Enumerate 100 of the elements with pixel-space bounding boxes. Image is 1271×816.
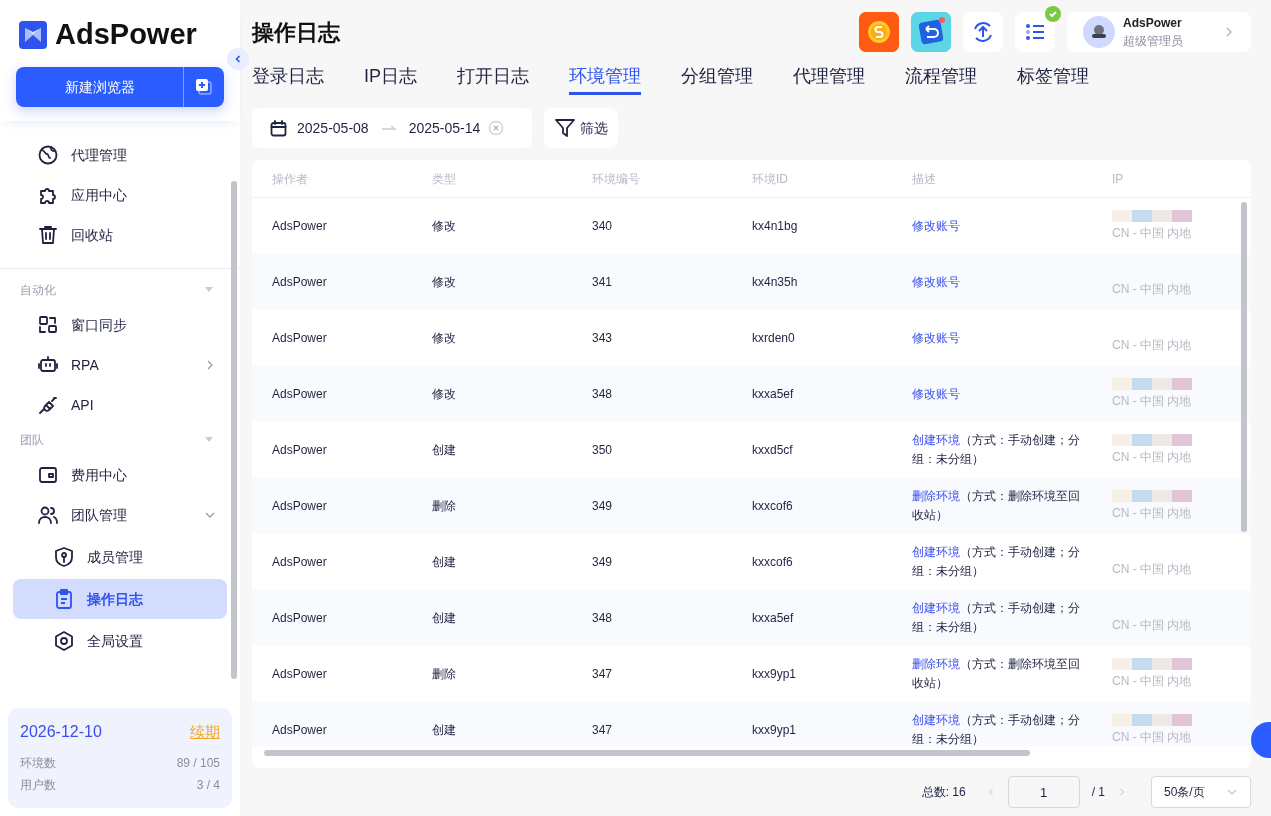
- table-cell-text: 创建: [432, 610, 457, 627]
- tab[interactable]: 分组管理: [681, 64, 753, 95]
- trash-icon: [37, 224, 59, 246]
- table-cell-text: 350: [592, 442, 614, 459]
- description-cell-text: 创建环境（方式：手动创建；分组：未分组）: [912, 712, 1081, 746]
- table-cell-text: AdsPower: [272, 442, 328, 459]
- table-cell-text: 347: [592, 722, 614, 739]
- wallet-icon: [37, 464, 59, 486]
- sidebar-item[interactable]: 全局设置: [13, 621, 227, 661]
- tab[interactable]: 环境管理: [569, 64, 641, 95]
- sidebar-item[interactable]: 应用中心: [13, 175, 227, 215]
- stat-label: 环境数: [20, 755, 56, 772]
- coin-icon: [859, 12, 899, 52]
- undo-app-icon: [911, 12, 951, 52]
- update-button[interactable]: [963, 12, 1003, 52]
- sidebar-item[interactable]: 费用中心: [13, 455, 227, 495]
- clear-icon[interactable]: [488, 120, 505, 136]
- sidebar-item[interactable]: API: [13, 385, 227, 425]
- horizontal-scrollbar[interactable]: [264, 750, 1030, 756]
- date-range-picker[interactable]: 2025-05-08 2025-05-14: [252, 108, 532, 148]
- restore-app-button[interactable]: [911, 12, 951, 52]
- action-link[interactable]: 创建环境: [912, 433, 960, 447]
- sidebar-item[interactable]: 窗口同步: [13, 305, 227, 345]
- action-link[interactable]: 创建环境: [912, 713, 960, 727]
- action-link[interactable]: 修改账号: [912, 218, 960, 233]
- sidebar-item[interactable]: 团队管理: [13, 495, 227, 535]
- next-page-icon[interactable]: [1117, 787, 1127, 797]
- table-cell-text: AdsPower: [272, 554, 328, 571]
- sidebar-item[interactable]: 操作日志: [13, 579, 227, 619]
- caret-icon[interactable]: [204, 287, 214, 293]
- ip-location: CN - 中国 内地: [1112, 225, 1193, 242]
- tab[interactable]: 登录日志: [252, 64, 324, 95]
- collapse-sidebar-button[interactable]: [227, 48, 249, 70]
- ip-location: CN - 中国 内地: [1112, 281, 1193, 298]
- ip-location: CN - 中国 内地: [1112, 617, 1193, 634]
- page-size-select[interactable]: 50条/页: [1151, 776, 1251, 808]
- table-cell-text: 修改: [432, 218, 457, 235]
- hexagon-icon: [53, 630, 75, 652]
- table-cell-text: AdsPower: [272, 610, 328, 627]
- table-cell-text: kxxa5ef: [752, 610, 795, 627]
- table-cell-text: AdsPower: [272, 218, 328, 235]
- tab[interactable]: 代理管理: [793, 64, 865, 95]
- table-cell-text: 343: [592, 330, 614, 347]
- column-header: 环境编号: [592, 170, 641, 188]
- expiry-date: 2026-12-10: [20, 722, 102, 742]
- scrollbar[interactable]: [231, 181, 237, 679]
- tab[interactable]: 流程管理: [905, 64, 977, 95]
- ip-location: CN - 中国 内地: [1112, 449, 1193, 466]
- column-header: 描述: [912, 170, 937, 188]
- table-cell-text: 340: [592, 218, 614, 235]
- table-cell-text: AdsPower: [272, 274, 328, 291]
- description-cell-text: 删除环境（方式：删除环境至回收站）: [912, 488, 1081, 524]
- action-link[interactable]: 创建环境: [912, 601, 960, 615]
- caret-icon[interactable]: [204, 437, 214, 443]
- page-title: 操作日志: [252, 18, 341, 47]
- table-cell-text: 348: [592, 386, 614, 403]
- stat-value: 3 / 4: [196, 777, 220, 794]
- task-list-button[interactable]: [1015, 12, 1055, 52]
- description-cell-text: 创建环境（方式：手动创建；分组：未分组）: [912, 432, 1081, 468]
- shield-key-icon: [53, 546, 75, 568]
- user-menu[interactable]: AdsPower 超级管理员: [1067, 12, 1251, 52]
- sidebar-item[interactable]: 成员管理: [13, 537, 227, 577]
- tab[interactable]: 打开日志: [457, 64, 529, 95]
- description-cell-text: 创建环境（方式：手动创建；分组：未分组）: [912, 544, 1081, 580]
- action-link[interactable]: 修改账号: [912, 386, 960, 401]
- table-cell-text: kxx9yp1: [752, 666, 798, 683]
- vertical-scrollbar[interactable]: [1241, 202, 1247, 532]
- action-link[interactable]: 删除环境: [912, 657, 960, 671]
- table-cell-text: kx4n35h: [752, 274, 799, 291]
- filter-button[interactable]: 筛选: [544, 108, 618, 148]
- windows-icon: [37, 314, 59, 336]
- action-link[interactable]: 修改账号: [912, 274, 960, 289]
- table-cell-text: 348: [592, 610, 614, 627]
- table-cell-text: kxxcof6: [752, 554, 794, 571]
- table-cell-text: 修改: [432, 274, 457, 291]
- table-cell-text: AdsPower: [272, 330, 328, 347]
- tab[interactable]: IP日志: [364, 64, 417, 95]
- column-header: 操作者: [272, 170, 309, 188]
- description-cell-text: 删除环境（方式：删除环境至回收站）: [912, 656, 1081, 692]
- ip-location: CN - 中国 内地: [1112, 337, 1193, 354]
- table-cell-text: 创建: [432, 554, 457, 571]
- page-input[interactable]: 1: [1007, 776, 1080, 808]
- table-cell-text: 修改: [432, 330, 457, 347]
- sidebar-item[interactable]: RPA: [13, 345, 227, 385]
- table-cell-text: kxxcof6: [752, 498, 794, 515]
- column-header: 类型: [432, 170, 457, 188]
- sidebar-item[interactable]: 代理管理: [13, 135, 227, 175]
- action-link[interactable]: 删除环境: [912, 489, 960, 503]
- table-cell-text: kxx9yp1: [752, 722, 798, 739]
- ip-location: CN - 中国 内地: [1112, 505, 1193, 522]
- action-link[interactable]: 修改账号: [912, 330, 960, 345]
- sidebar-item[interactable]: 回收站: [13, 215, 227, 255]
- total-count: 总数: 16: [921, 784, 966, 801]
- tab[interactable]: 标签管理: [1017, 64, 1089, 95]
- coin-app-button[interactable]: [859, 12, 899, 52]
- plug-icon: [37, 394, 59, 416]
- table-cell-text: 347: [592, 666, 614, 683]
- action-link[interactable]: 创建环境: [912, 545, 960, 559]
- globe-icon: [37, 144, 59, 166]
- section-title: 自动化: [20, 282, 56, 299]
